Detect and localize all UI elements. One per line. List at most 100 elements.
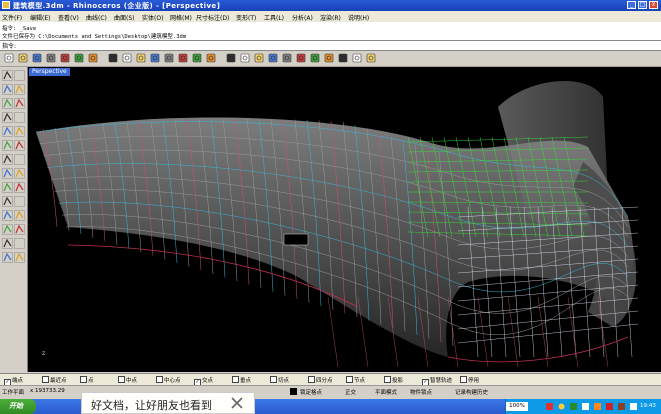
freeform-icon[interactable] <box>14 126 25 137</box>
shade-icon[interactable] <box>324 53 334 63</box>
viewport-tab[interactable]: Perspective <box>29 68 70 76</box>
perspective-viewport[interactable]: Perspective z <box>28 67 661 372</box>
properties-icon[interactable] <box>268 53 278 63</box>
array-icon[interactable] <box>2 252 13 263</box>
box-icon[interactable] <box>2 154 13 165</box>
copy-icon[interactable] <box>74 53 84 63</box>
menu-render[interactable]: 渲染(R) <box>320 13 341 22</box>
split-icon[interactable] <box>2 196 13 207</box>
grid-icon[interactable] <box>226 53 236 63</box>
cut-icon[interactable] <box>60 53 70 63</box>
sphere-icon[interactable] <box>338 53 348 63</box>
osnap-option[interactable]: 垂点 <box>232 376 251 384</box>
osnap-option[interactable]: ✓ 端点 <box>4 376 23 386</box>
snap-toggle[interactable]: 锁定格点 <box>300 388 322 396</box>
osnap-option[interactable]: 投影 <box>384 376 403 384</box>
extrude-icon[interactable] <box>14 140 25 151</box>
copy-transform-icon[interactable] <box>2 224 13 235</box>
osnap-toggle[interactable]: 物件锁点 <box>410 388 432 396</box>
osnap-option[interactable]: 最近点 <box>42 376 67 384</box>
polyline-icon[interactable] <box>14 84 25 95</box>
scale-icon[interactable] <box>2 238 13 249</box>
osnap-option[interactable]: 四分点 <box>308 376 333 384</box>
render-icon[interactable] <box>310 53 320 63</box>
osnap-checkbox[interactable] <box>156 376 163 383</box>
print-icon[interactable] <box>46 53 56 63</box>
rectangle-icon[interactable] <box>2 112 13 123</box>
group-icon[interactable] <box>14 252 25 263</box>
osnap-option[interactable]: 停用 <box>460 376 479 384</box>
osnap-option[interactable]: 节点 <box>346 376 365 384</box>
app-tray-icon[interactable] <box>630 403 637 410</box>
maximize-button[interactable]: □ <box>638 1 647 9</box>
osnap-checkbox[interactable] <box>232 376 239 383</box>
osnap-checkbox[interactable] <box>460 376 467 383</box>
explode-icon[interactable] <box>2 210 13 221</box>
network-icon[interactable] <box>546 403 553 410</box>
zoom-icon[interactable] <box>150 53 160 63</box>
osnap-checkbox[interactable] <box>346 376 353 383</box>
osnap-option[interactable]: 中点 <box>118 376 137 384</box>
cplane-icon[interactable] <box>240 53 250 63</box>
zoom-window-icon[interactable] <box>164 53 174 63</box>
undo-icon[interactable] <box>108 53 118 63</box>
material-icon[interactable] <box>296 53 306 63</box>
osnap-checkbox[interactable] <box>80 376 87 383</box>
volume-icon[interactable] <box>558 403 565 410</box>
menu-solid[interactable]: 实体(O) <box>142 13 163 22</box>
menu-help[interactable]: 说明(H) <box>348 13 369 22</box>
minimize-button[interactable]: _ <box>627 1 636 9</box>
ime-icon[interactable] <box>582 403 589 410</box>
boolean-icon[interactable] <box>14 168 25 179</box>
osnap-checkbox[interactable] <box>270 376 277 383</box>
zoom-badge[interactable]: 100% <box>506 402 528 411</box>
surface-icon[interactable] <box>2 140 13 151</box>
osnap-checkbox[interactable] <box>118 376 125 383</box>
curve-icon[interactable] <box>2 126 13 137</box>
app-tray-icon[interactable] <box>606 403 613 410</box>
osnap-checkbox[interactable] <box>308 376 315 383</box>
save-icon[interactable] <box>32 53 42 63</box>
app-tray-icon[interactable] <box>618 403 625 410</box>
menu-curve[interactable]: 曲线(C) <box>86 13 107 22</box>
cylinder-icon[interactable] <box>2 168 13 179</box>
close-icon[interactable] <box>229 395 245 411</box>
ortho-toggle[interactable]: 正交 <box>345 388 356 396</box>
settings-icon[interactable] <box>366 53 376 63</box>
osnap-option[interactable]: ✓ 智慧轨迹 <box>422 376 452 386</box>
menu-edit[interactable]: 编辑(E) <box>30 13 50 22</box>
zoom-extents-icon[interactable] <box>178 53 188 63</box>
close-button[interactable]: x <box>649 1 658 9</box>
menu-surface[interactable]: 曲面(S) <box>114 13 135 22</box>
security-icon[interactable] <box>570 403 577 410</box>
planar-toggle[interactable]: 平面模式 <box>375 388 397 396</box>
globe-icon[interactable] <box>352 53 362 63</box>
trim-icon[interactable] <box>14 182 25 193</box>
start-button[interactable]: 开始 <box>0 399 36 414</box>
move-icon[interactable] <box>14 210 25 221</box>
osnap-checkbox[interactable] <box>384 376 391 383</box>
fillet-icon[interactable] <box>2 182 13 193</box>
menu-mesh[interactable]: 网格(M) <box>170 13 192 22</box>
open-icon[interactable] <box>18 53 28 63</box>
select-icon[interactable] <box>2 70 13 81</box>
app-tray-icon[interactable] <box>594 403 601 410</box>
osnap-checkbox[interactable] <box>42 376 49 383</box>
sphere-solid-icon[interactable] <box>14 154 25 165</box>
pan-icon[interactable] <box>122 53 132 63</box>
menu-dimension[interactable]: 尺寸标注(D) <box>196 13 229 22</box>
paste-icon[interactable] <box>88 53 98 63</box>
new-file-icon[interactable] <box>4 53 14 63</box>
osnap-option[interactable]: 点 <box>80 376 94 384</box>
four-views-icon[interactable] <box>206 53 216 63</box>
polygon-icon[interactable] <box>14 112 25 123</box>
rotate-view-icon[interactable] <box>136 53 146 63</box>
join-icon[interactable] <box>14 196 25 207</box>
layer-icon[interactable] <box>254 53 264 63</box>
circle-icon[interactable] <box>2 98 13 109</box>
menu-transform[interactable]: 变形(T) <box>236 13 256 22</box>
line-icon[interactable] <box>2 84 13 95</box>
menu-analyze[interactable]: 分析(A) <box>292 13 313 22</box>
menu-file[interactable]: 文件(F) <box>2 13 22 22</box>
command-input[interactable] <box>24 42 628 50</box>
